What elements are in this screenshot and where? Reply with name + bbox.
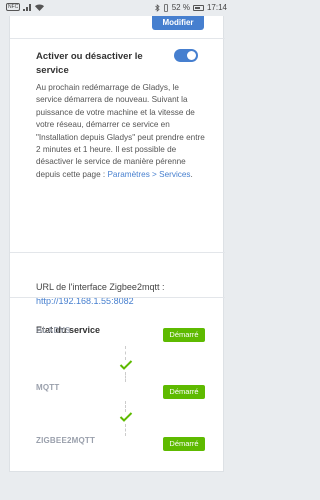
description-end: .	[190, 169, 193, 179]
battery-percent: 52 %	[171, 3, 190, 12]
toggle-description: Au prochain redémarrage de Gladys, le se…	[36, 82, 206, 181]
status-bar-left: NFC	[6, 3, 45, 11]
description-text: Au prochain redémarrage de Gladys, le se…	[36, 83, 205, 179]
status-bar: NFC 52 % 17:14	[0, 0, 233, 16]
status-bar-right: 52 % 17:14	[154, 3, 227, 12]
nfc-icon: NFC	[6, 3, 21, 11]
service-card: Modifier Activer ou désactiver le servic…	[9, 16, 225, 472]
connector-line	[125, 424, 126, 436]
service-name-zigbee2mqtt: ZIGBEE2MQTT	[36, 436, 96, 445]
divider	[10, 252, 225, 253]
connector-line	[125, 401, 126, 412]
signal-icon	[23, 3, 32, 11]
connector-line	[125, 346, 126, 360]
status-badge: Démarré	[163, 437, 205, 451]
clock: 17:14	[206, 3, 227, 12]
switch-knob	[187, 51, 196, 60]
status-badge: Démarré	[163, 328, 205, 342]
divider	[10, 297, 225, 298]
service-toggle-switch[interactable]	[174, 49, 198, 62]
vibrate-icon	[163, 3, 168, 12]
divider	[10, 38, 225, 39]
wifi-icon	[35, 4, 45, 11]
battery-icon	[192, 4, 204, 11]
bluetooth-icon	[154, 3, 160, 12]
settings-services-link[interactable]: Paramètres > Services	[107, 170, 190, 179]
check-icon	[119, 360, 133, 370]
toggle-title: Activer ou désactiver le service	[36, 51, 143, 76]
check-icon	[119, 412, 133, 422]
service-name-mqtt: MQTT	[36, 383, 60, 392]
status-badge: Démarré	[163, 385, 205, 399]
service-name-gladys: GLADYS	[36, 326, 71, 335]
interface-url-label: URL de l'interface Zigbee2mqtt :	[36, 282, 165, 292]
modifier-button[interactable]: Modifier	[152, 16, 204, 30]
connector-line	[125, 372, 126, 382]
